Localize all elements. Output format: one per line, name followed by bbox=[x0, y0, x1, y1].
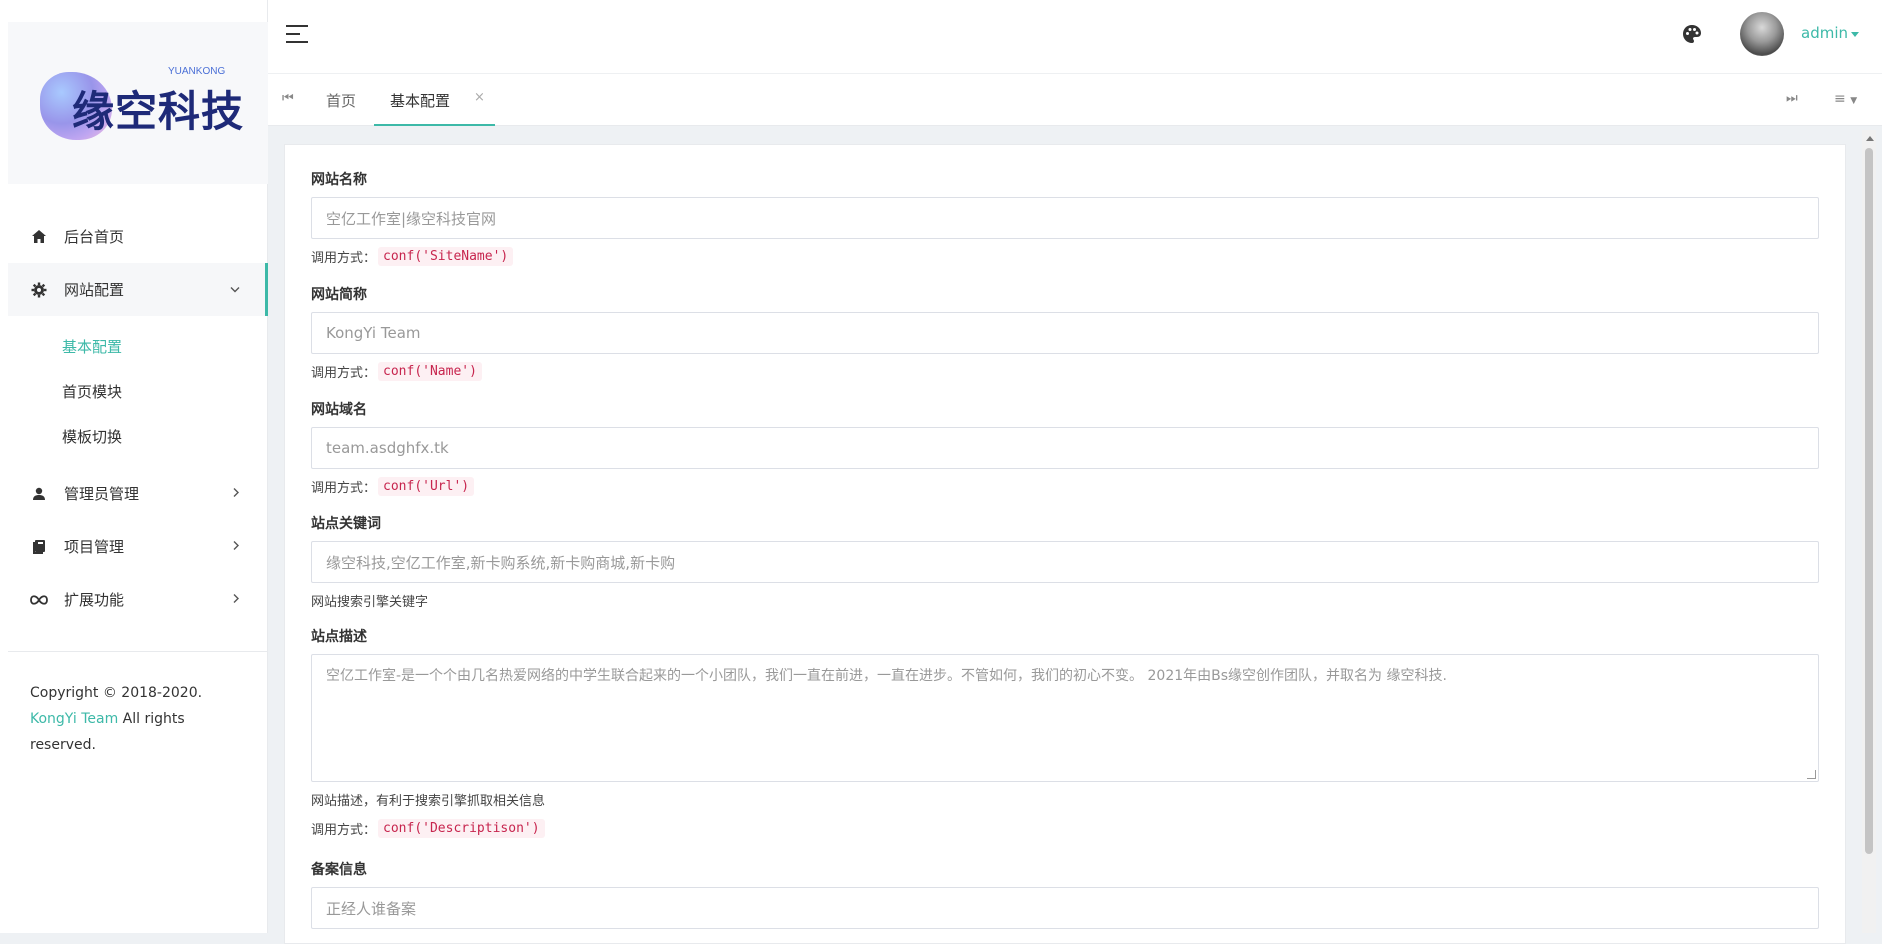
sidebar-item-dashboard[interactable]: 后台首页 bbox=[8, 210, 268, 263]
chevron-right-icon bbox=[232, 539, 240, 554]
sidebar-item-label: 管理员管理 bbox=[64, 485, 140, 503]
chevron-down-icon bbox=[230, 282, 240, 297]
sidebar-item-label: 扩展功能 bbox=[64, 591, 125, 609]
help-prefix: 调用方式： bbox=[311, 823, 377, 838]
user-menu[interactable]: admin bbox=[1801, 24, 1848, 42]
sidebar-item-site-config[interactable]: 网站配置 bbox=[8, 263, 268, 316]
field-site-name: 网站名称 空亿工作室|缘空科技官网 调用方式： conf('SiteName') bbox=[311, 169, 1819, 266]
field-hint: 网站搜索引擎关键字 bbox=[311, 595, 429, 610]
code-snippet: conf('Name') bbox=[378, 362, 482, 381]
config-form-card: 网站名称 空亿工作室|缘空科技官网 调用方式： conf('SiteName') … bbox=[284, 144, 1846, 944]
field-help: 调用方式： conf('SiteName') bbox=[311, 247, 1819, 266]
sidebar-item-extensions[interactable]: 扩展功能 bbox=[8, 573, 268, 626]
field-icp-record: 备案信息 正经人谁备案 bbox=[311, 859, 1819, 929]
icp-record-input[interactable]: 正经人谁备案 bbox=[311, 887, 1819, 929]
sidebar-item-label: 项目管理 bbox=[64, 538, 125, 556]
infinity-icon bbox=[28, 589, 50, 611]
code-snippet: conf('Url') bbox=[378, 477, 475, 496]
field-label: 网站简称 bbox=[311, 287, 367, 303]
field-hint: 网站描述，有利于搜索引擎抓取相关信息 bbox=[311, 794, 546, 809]
copyright: Copyright © 2018-2020. KongYi Team All r… bbox=[30, 680, 245, 758]
field-label: 站点关键词 bbox=[311, 516, 381, 532]
code-snippet: conf('Descriptison') bbox=[378, 819, 545, 838]
avatar[interactable] bbox=[1740, 12, 1784, 56]
field-label: 站点描述 bbox=[311, 629, 367, 645]
site-keywords-input[interactable]: 缘空科技,空亿工作室,新卡购系统,新卡购商城,新卡购 bbox=[311, 541, 1819, 583]
sidebar-nav: 后台首页 网站配置 基本配置 首页模块 模板切换 管理员管理 项目管理 扩展功能 bbox=[8, 210, 268, 626]
field-label: 网站名称 bbox=[311, 172, 367, 188]
sidebar-item-admin-management[interactable]: 管理员管理 bbox=[8, 467, 268, 520]
code-snippet: conf('SiteName') bbox=[378, 247, 514, 266]
home-icon bbox=[28, 226, 50, 248]
sidebar-item-label: 后台首页 bbox=[64, 228, 125, 246]
tab-basic-config[interactable]: 基本配置 × bbox=[374, 74, 495, 126]
sidebar-subitem-home-module[interactable]: 首页模块 bbox=[8, 369, 268, 414]
field-label: 网站域名 bbox=[311, 402, 367, 418]
submenu-site-config: 基本配置 首页模块 模板切换 bbox=[8, 316, 268, 467]
copyright-prefix: Copyright © 2018-2020. bbox=[30, 685, 203, 701]
sidebar: YUANKONG 缘空科技 后台首页 网站配置 基本配置 首页模块 模板切换 管… bbox=[0, 0, 268, 933]
gear-icon bbox=[28, 279, 50, 301]
field-help: 调用方式： conf('Name') bbox=[311, 362, 1819, 381]
chevron-right-icon bbox=[232, 486, 240, 501]
site-description-textarea[interactable]: 空亿工作室-是一个个由几名热爱网络的中学生联合起来的一个小团队，我们一直在前进，… bbox=[311, 654, 1819, 782]
close-icon[interactable]: × bbox=[474, 90, 485, 105]
field-site-domain: 网站域名 team.asdghfx.tk 调用方式： conf('Url') bbox=[311, 399, 1819, 496]
site-short-name-input[interactable]: KongYi Team bbox=[311, 312, 1819, 354]
tab-scroll-last-icon[interactable]: ⏭ bbox=[1786, 91, 1798, 106]
sidebar-subitem-basic-config[interactable]: 基本配置 bbox=[8, 324, 268, 369]
sidebar-item-project-management[interactable]: 项目管理 bbox=[8, 520, 268, 573]
logo-subtext: YUANKONG bbox=[168, 66, 226, 77]
field-site-description: 站点描述 空亿工作室-是一个个由几名热爱网络的中学生联合起来的一个小团队，我们一… bbox=[311, 626, 1819, 838]
scroll-up-arrow-icon[interactable] bbox=[1866, 136, 1874, 141]
site-domain-input[interactable]: team.asdghfx.tk bbox=[311, 427, 1819, 469]
logo-text: 缘空科技 bbox=[72, 87, 245, 136]
caret-down-icon: ▼ bbox=[1850, 96, 1858, 106]
help-prefix: 调用方式： bbox=[311, 251, 377, 266]
sidebar-subitem-template-switch[interactable]: 模板切换 bbox=[8, 414, 268, 459]
page-scrollbar[interactable] bbox=[1862, 130, 1876, 933]
sidebar-item-label: 网站配置 bbox=[64, 281, 125, 299]
site-name-input[interactable]: 空亿工作室|缘空科技官网 bbox=[311, 197, 1819, 239]
page-tabs: ⏮ 首页 基本配置 × ⏭ ≡ ▼ bbox=[268, 74, 1882, 126]
logo-area: YUANKONG 缘空科技 bbox=[8, 22, 268, 184]
tab-home[interactable]: 首页 bbox=[326, 90, 356, 111]
caret-down-icon[interactable] bbox=[1851, 32, 1859, 37]
tab-options-icon[interactable]: ≡ ▼ bbox=[1834, 91, 1857, 107]
sidebar-divider bbox=[8, 651, 268, 652]
field-site-keywords: 站点关键词 缘空科技,空亿工作室,新卡购系统,新卡购商城,新卡购 网站搜索引擎关… bbox=[311, 513, 1819, 610]
top-header: admin bbox=[268, 0, 1882, 74]
field-label: 备案信息 bbox=[311, 862, 367, 878]
book-icon bbox=[28, 536, 50, 558]
help-prefix: 调用方式： bbox=[311, 481, 377, 496]
tab-scroll-first-icon[interactable]: ⏮ bbox=[282, 91, 294, 106]
user-icon bbox=[28, 483, 50, 505]
hamburger-menu-icon[interactable] bbox=[286, 25, 310, 45]
copyright-team-link[interactable]: KongYi Team bbox=[30, 711, 118, 727]
field-site-short-name: 网站简称 KongYi Team 调用方式： conf('Name') bbox=[311, 284, 1819, 381]
palette-icon[interactable] bbox=[1682, 24, 1702, 44]
field-help: 调用方式： conf('Descriptison') bbox=[311, 819, 1819, 838]
field-help: 调用方式： conf('Url') bbox=[311, 477, 1819, 496]
chevron-right-icon bbox=[232, 592, 240, 607]
tab-options-glyph: ≡ bbox=[1834, 91, 1846, 107]
help-prefix: 调用方式： bbox=[311, 366, 377, 381]
scrollbar-thumb[interactable] bbox=[1865, 148, 1873, 854]
tab-label: 基本配置 bbox=[390, 92, 451, 110]
